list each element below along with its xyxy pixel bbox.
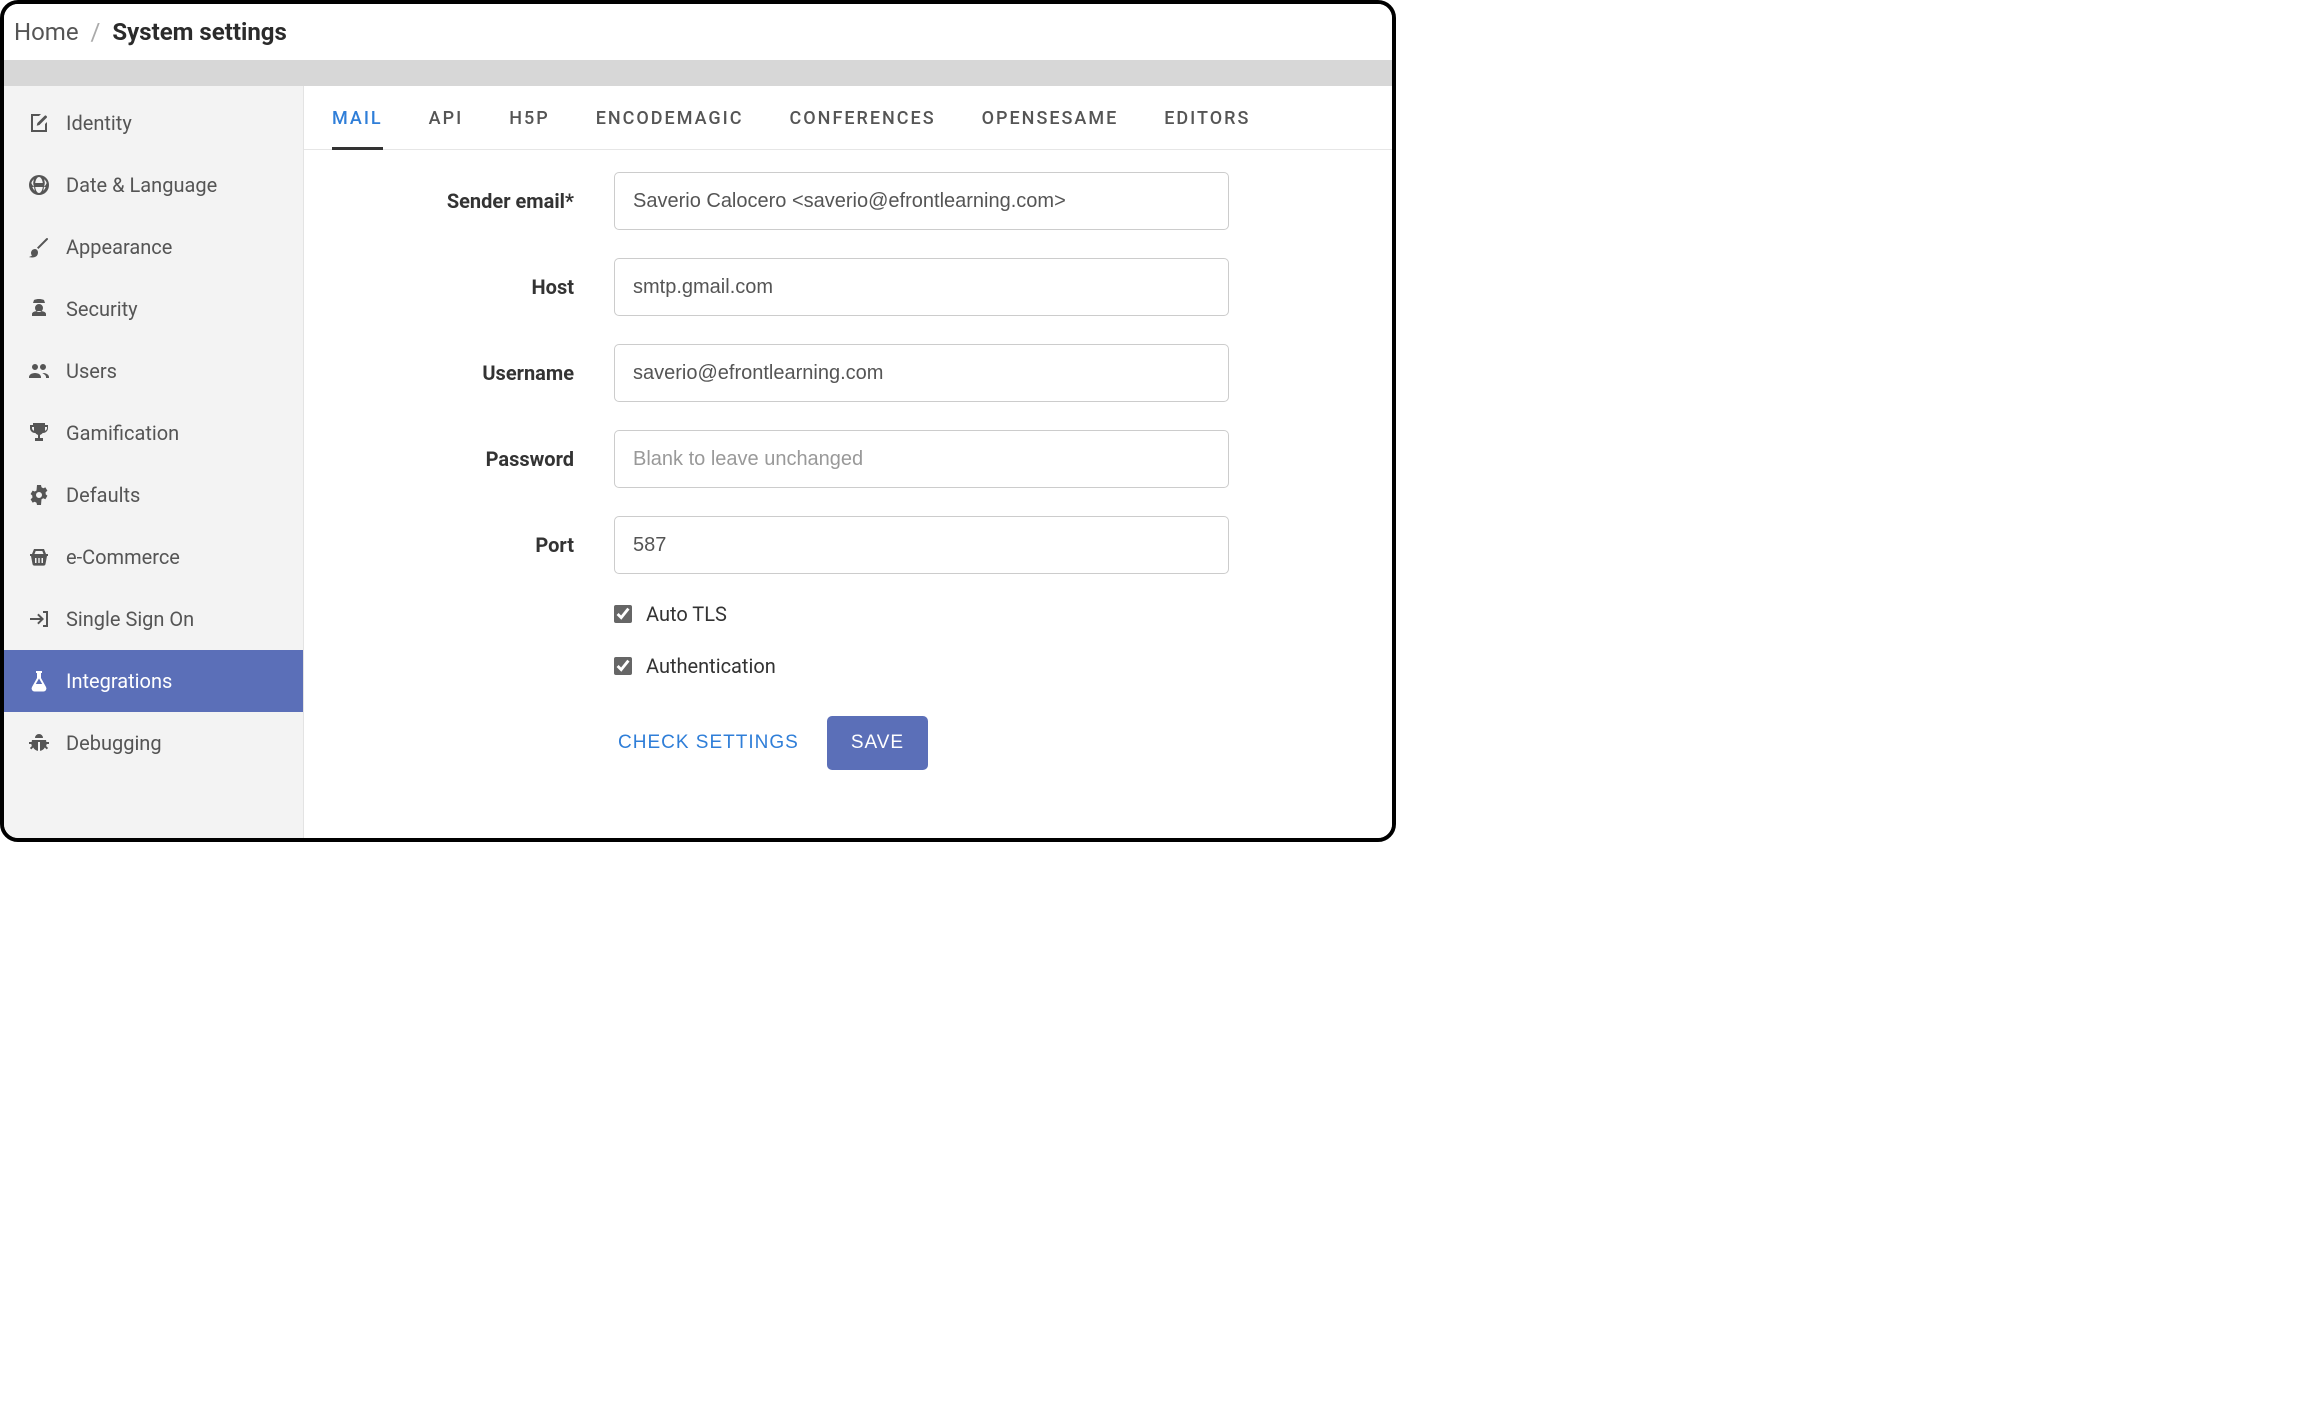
breadcrumb-separator: / [91,18,101,46]
sidebar-item-label: Gamification [66,421,179,445]
basket-icon [26,544,52,570]
port-label: Port [314,533,614,557]
save-button[interactable]: SAVE [827,716,928,770]
password-input[interactable] [614,430,1229,488]
settings-sidebar: Identity Date & Language Appearance Secu… [4,86,304,838]
tab-conferences[interactable]: CONFERENCES [790,108,936,149]
check-settings-button[interactable]: CHECK SETTINGS [614,722,803,764]
trophy-icon [26,420,52,446]
host-input[interactable] [614,258,1229,316]
sidebar-item-users[interactable]: Users [4,340,303,402]
password-label: Password [314,447,614,471]
breadcrumb: Home / System settings [4,4,1392,60]
authentication-label: Authentication [646,654,776,678]
users-icon [26,358,52,384]
integrations-tabs: MAIL API H5P ENCODEMAGIC CONFERENCES OPE… [304,86,1392,150]
flask-icon [26,668,52,694]
username-input[interactable] [614,344,1229,402]
document-edit-icon [26,110,52,136]
gears-icon [26,482,52,508]
port-input[interactable] [614,516,1229,574]
bug-icon [26,730,52,756]
mail-settings-form: Sender email* Host Username [304,150,1392,818]
sidebar-item-appearance[interactable]: Appearance [4,216,303,278]
sidebar-item-label: Single Sign On [66,607,194,631]
sidebar-item-ecommerce[interactable]: e-Commerce [4,526,303,588]
tab-api[interactable]: API [429,108,464,149]
breadcrumb-home[interactable]: Home [14,18,79,46]
sidebar-item-debugging[interactable]: Debugging [4,712,303,774]
auto-tls-label: Auto TLS [646,602,727,626]
sidebar-item-security[interactable]: Security [4,278,303,340]
tab-encodemagic[interactable]: ENCODEMAGIC [596,108,744,149]
sidebar-item-label: Identity [66,111,132,135]
sidebar-item-label: Date & Language [66,173,217,197]
sidebar-item-label: Defaults [66,483,140,507]
sidebar-item-label: e-Commerce [66,545,180,569]
sidebar-item-label: Users [66,359,117,383]
sidebar-item-defaults[interactable]: Defaults [4,464,303,526]
tab-opensesame[interactable]: OPENSESAME [982,108,1119,149]
sidebar-item-label: Security [66,297,138,321]
authentication-checkbox[interactable] [614,657,632,675]
globe-icon [26,172,52,198]
agent-icon [26,296,52,322]
sidebar-item-label: Debugging [66,731,162,755]
sender-email-label: Sender email* [314,189,614,213]
host-label: Host [314,275,614,299]
sidebar-item-sso[interactable]: Single Sign On [4,588,303,650]
sidebar-item-identity[interactable]: Identity [4,92,303,154]
auto-tls-checkbox[interactable] [614,605,632,623]
tab-editors[interactable]: EDITORS [1164,108,1250,149]
tab-h5p[interactable]: H5P [509,108,550,149]
sidebar-item-integrations[interactable]: Integrations [4,650,303,712]
tab-mail[interactable]: MAIL [332,108,383,150]
arrow-right-bracket-icon [26,606,52,632]
sidebar-item-label: Integrations [66,669,172,693]
sender-email-input[interactable] [614,172,1229,230]
sidebar-item-label: Appearance [66,235,172,259]
username-label: Username [314,361,614,385]
brush-icon [26,234,52,260]
sidebar-item-date-language[interactable]: Date & Language [4,154,303,216]
sidebar-item-gamification[interactable]: Gamification [4,402,303,464]
page-title: System settings [112,18,286,46]
divider-bar [4,60,1392,86]
